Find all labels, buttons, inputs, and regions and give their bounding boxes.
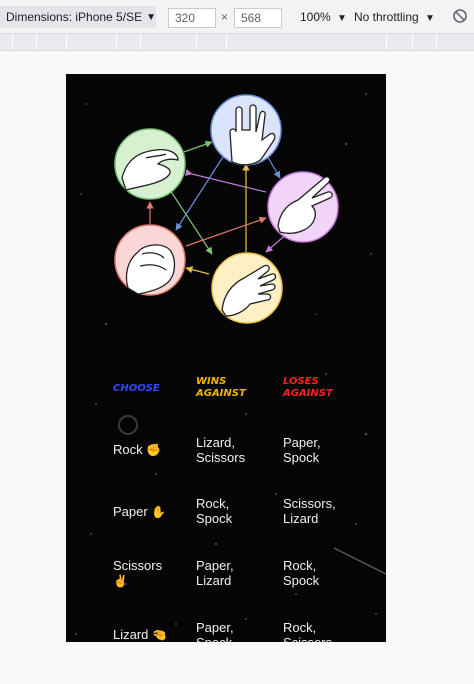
height-input[interactable]: 568 bbox=[234, 8, 282, 28]
device-viewport: CHOOSE WINS AGAINST LOSES AGAINST Rock ✊… bbox=[66, 74, 386, 642]
rotate-icon[interactable] bbox=[452, 8, 468, 24]
dropdown-arrow-icon: ▼ bbox=[146, 11, 156, 23]
zoom-arrow-icon: ▼ bbox=[337, 13, 347, 24]
rock-node bbox=[114, 224, 186, 296]
loses-cell: Rock, Spock bbox=[283, 558, 320, 588]
hand-lizard-icon: 🤏 bbox=[152, 628, 167, 642]
zoom-dropdown[interactable]: 100% ▼ bbox=[300, 10, 347, 24]
wins-cell: Rock, Spock bbox=[196, 496, 233, 526]
arrow-scissors-to-lizard bbox=[184, 168, 267, 193]
choice-lizard[interactable]: Lizard 🤏 bbox=[113, 627, 167, 642]
throttling-dropdown[interactable]: No throttling ▼ bbox=[354, 10, 435, 24]
rpsls-diagram bbox=[114, 94, 339, 324]
choice-rock[interactable]: Rock ✊ bbox=[113, 442, 161, 458]
choice-paper[interactable]: Paper ✋ bbox=[113, 504, 166, 520]
arrow-lizard-to-spock bbox=[183, 140, 213, 153]
dimensions-label: Dimensions: iPhone 5/SE bbox=[6, 10, 143, 24]
paper-node bbox=[211, 252, 283, 324]
wins-cell: Paper, Lizard bbox=[196, 558, 234, 588]
loses-cell: Rock, Scissors bbox=[283, 620, 332, 642]
times-sign: × bbox=[221, 10, 229, 24]
loses-cell: Scissors, Lizard bbox=[283, 496, 336, 526]
zoom-label: 100% bbox=[300, 10, 331, 24]
choice-label: Lizard bbox=[113, 627, 149, 642]
dimensions-dropdown[interactable]: Dimensions: iPhone 5/SE ▼ bbox=[0, 6, 156, 28]
hand-scissors-icon: ✌ bbox=[113, 574, 128, 588]
wins-cell: Paper, Spock bbox=[196, 620, 234, 642]
loses-cell: Paper, Spock bbox=[283, 435, 321, 465]
header-loses-against: LOSES AGAINST bbox=[283, 376, 333, 399]
hand-paper-icon: ✋ bbox=[151, 505, 167, 519]
wins-cell: Lizard, Scissors bbox=[196, 435, 246, 465]
width-input[interactable]: 320 bbox=[168, 8, 216, 28]
shooting-star bbox=[333, 547, 386, 575]
scissors-node bbox=[267, 171, 339, 243]
header-wins-against: WINS AGAINST bbox=[196, 376, 246, 399]
arrow-paper-to-rock bbox=[185, 266, 210, 275]
choice-label: Paper bbox=[113, 504, 148, 519]
choice-radio[interactable] bbox=[118, 415, 138, 435]
spock-node bbox=[210, 94, 282, 166]
fist-icon: ✊ bbox=[146, 443, 162, 457]
choice-label: Scissors bbox=[113, 558, 163, 573]
devtools-toolbar: Dimensions: iPhone 5/SE ▼ 320 × 568 100%… bbox=[0, 0, 474, 34]
choice-label: Rock bbox=[113, 442, 143, 457]
header-choose: CHOOSE bbox=[113, 383, 160, 394]
throttling-arrow-icon: ▼ bbox=[425, 13, 435, 24]
throttling-label: No throttling bbox=[354, 10, 419, 24]
lizard-node bbox=[114, 128, 186, 200]
choice-scissors[interactable]: Scissors ✌ bbox=[113, 558, 162, 589]
media-query-ruler[interactable] bbox=[0, 34, 474, 51]
